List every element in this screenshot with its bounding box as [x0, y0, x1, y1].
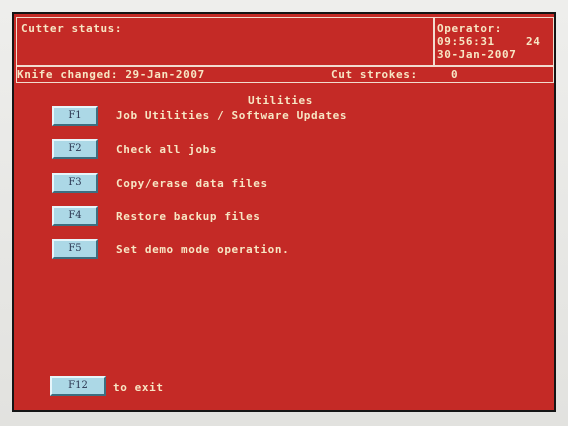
operator-panel: Operator: 09:56:31 24 30-Jan-2007 — [434, 17, 554, 66]
menu-title: Utilities — [248, 94, 314, 107]
knife-status-bar: Knife changed: 29-Jan-2007 Cut strokes: … — [16, 66, 554, 83]
knife-changed-text: Knife changed: 29-Jan-2007 — [17, 68, 205, 81]
cut-strokes-label: Cut strokes: — [331, 68, 418, 81]
f12-key-button[interactable]: F12 — [50, 376, 106, 396]
cutter-status-panel: Cutter status: — [16, 17, 434, 66]
clock-time-suffix: 24 — [526, 35, 541, 48]
cut-strokes-value: 0 — [451, 68, 459, 81]
clock-time: 09:56:31 — [437, 35, 495, 48]
f4-key-button[interactable]: F4 — [52, 206, 98, 226]
terminal-screen: Cutter status: Operator: 09:56:31 24 30-… — [12, 12, 556, 412]
menu-item-demo-mode[interactable]: Set demo mode operation. — [116, 244, 289, 255]
menu-item-restore-backup[interactable]: Restore backup files — [116, 211, 260, 222]
current-date: 30-Jan-2007 — [437, 48, 517, 61]
menu-item-copy-erase[interactable]: Copy/erase data files — [116, 178, 268, 189]
cutter-status-label: Cutter status: — [21, 22, 123, 35]
f3-key-button[interactable]: F3 — [52, 173, 98, 193]
menu-item-job-utilities[interactable]: Job Utilities / Software Updates — [116, 110, 347, 121]
f5-key-button[interactable]: F5 — [52, 239, 98, 259]
menu-item-check-jobs[interactable]: Check all jobs — [116, 144, 217, 155]
monitor-bezel: Cutter status: Operator: 09:56:31 24 30-… — [0, 0, 568, 426]
exit-label: to exit — [113, 381, 164, 394]
f1-key-button[interactable]: F1 — [52, 106, 98, 126]
f2-key-button[interactable]: F2 — [52, 139, 98, 159]
operator-label: Operator: — [437, 22, 503, 35]
